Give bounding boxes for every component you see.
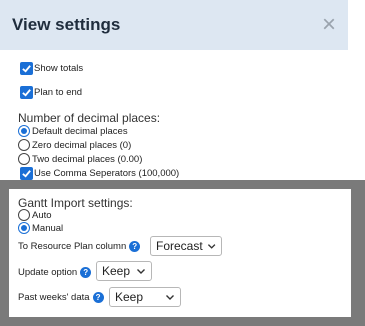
show-totals-label: Show totals — [34, 63, 84, 74]
radio-selected-icon[interactable] — [18, 125, 30, 137]
past-weeks-data-label: Past weeks' data — [18, 292, 90, 303]
checkbox-checked-icon[interactable] — [20, 86, 33, 99]
select-value: Keep — [102, 264, 131, 278]
radio-unselected-icon[interactable] — [18, 139, 30, 151]
select-value: Keep — [115, 290, 144, 304]
chevron-down-icon — [207, 244, 216, 249]
decimals-option-zero[interactable]: Zero decimal places (0) — [18, 139, 131, 151]
checkbox-checked-icon[interactable] — [20, 167, 33, 180]
radio-unselected-icon[interactable] — [18, 209, 30, 221]
gantt-option-auto[interactable]: Auto — [18, 209, 52, 221]
decimals-option-default[interactable]: Default decimal places — [18, 125, 128, 137]
checkbox-checked-icon[interactable] — [20, 62, 33, 75]
gantt-option-label: Manual — [32, 222, 64, 234]
gantt-title: Gantt Import settings: — [18, 196, 133, 210]
decimals-option-label: Default decimal places — [32, 125, 128, 137]
comma-separators-option[interactable]: Use Comma Seperators (100,000) — [20, 167, 179, 180]
dialog-title: View settings — [12, 15, 121, 34]
past-weeks-data-select[interactable]: Keep — [109, 287, 181, 307]
gantt-settings-panel: Gantt Import settings: Auto Manual To Re… — [9, 189, 351, 317]
resource-plan-column-select[interactable]: Forecast — [150, 236, 222, 256]
question-icon[interactable]: ? — [92, 292, 104, 303]
resource-plan-column-field: To Resource Plan column ? — [18, 241, 141, 252]
plan-to-end-option[interactable]: Plan to end — [20, 86, 82, 99]
radio-selected-icon[interactable] — [18, 222, 30, 234]
select-value: Forecast — [156, 239, 203, 253]
dialog-header: View settings × — [0, 0, 348, 50]
question-icon[interactable]: ? — [80, 267, 92, 278]
past-weeks-data-field: Past weeks' data ? — [18, 292, 104, 303]
gantt-highlight-frame: Gantt Import settings: Auto Manual To Re… — [0, 180, 365, 326]
show-totals-option[interactable]: Show totals — [20, 62, 83, 75]
close-icon[interactable]: × — [322, 13, 336, 37]
decimals-option-label: Two decimal places (0.00) — [32, 153, 143, 165]
gantt-option-label: Auto — [32, 209, 52, 221]
plan-to-end-label: Plan to end — [34, 87, 83, 98]
question-icon[interactable]: ? — [129, 241, 141, 252]
chevron-down-icon — [166, 295, 174, 300]
update-option-field: Update option ? — [18, 267, 92, 278]
radio-unselected-icon[interactable] — [18, 153, 30, 165]
update-option-select[interactable]: Keep — [96, 261, 152, 281]
chevron-down-icon — [137, 269, 145, 274]
decimals-option-two[interactable]: Two decimal places (0.00) — [18, 153, 142, 165]
decimals-title: Number of decimal places: — [18, 111, 161, 125]
resource-plan-column-label: To Resource Plan column — [18, 241, 127, 252]
update-option-label: Update option — [18, 267, 78, 278]
decimals-option-label: Zero decimal places (0) — [32, 139, 132, 151]
comma-separators-label: Use Comma Seperators (100,000) — [34, 168, 180, 179]
gantt-option-manual[interactable]: Manual — [18, 222, 63, 234]
